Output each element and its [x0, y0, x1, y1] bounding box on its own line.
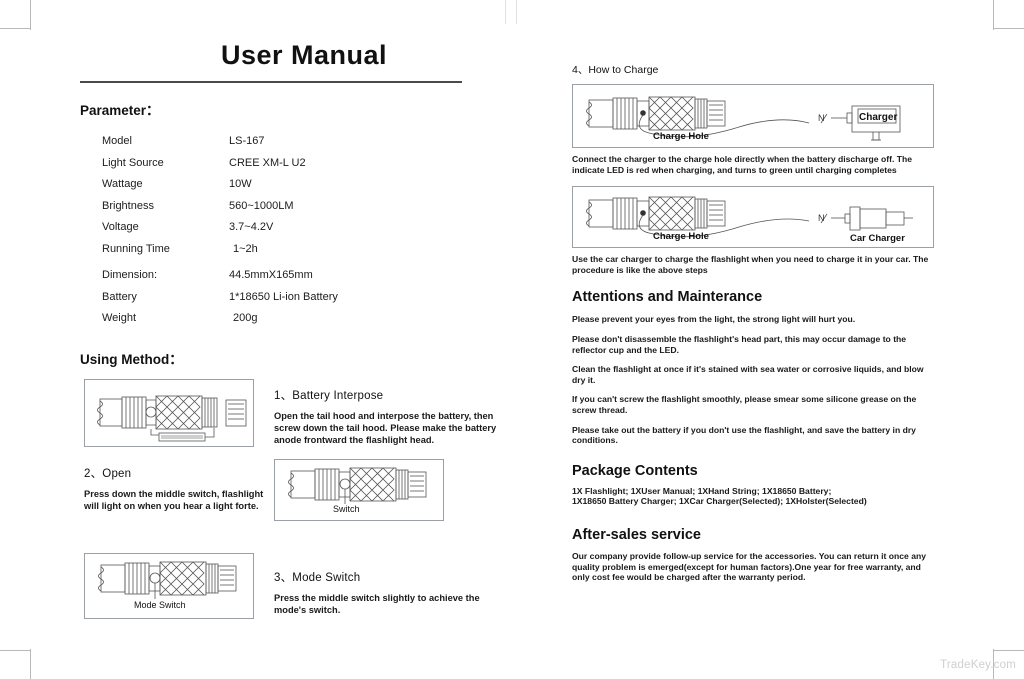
param-key: Running Time — [102, 242, 170, 255]
charging-car-note: Use the car charger to charge the flashl… — [572, 254, 929, 275]
param-value: 1*18650 Li-ion Battery — [229, 290, 338, 303]
attention-item: Please prevent your eyes from the light,… — [572, 314, 856, 325]
step-1-row: 1、Battery Interpose Open the tail hood a… — [80, 378, 500, 447]
attention-item: If you can't screw the flashlight smooth… — [572, 394, 917, 415]
table-row: Model LS-167 — [102, 131, 500, 153]
step-2-number: 2、Open — [84, 467, 132, 480]
car-charge-hole-label: Charge Hole — [653, 231, 709, 242]
attention-item: Please don't disassemble the flashlight'… — [572, 333, 907, 355]
param-value: 200g — [233, 312, 258, 324]
param-value: CREE XM-L U2 — [229, 156, 306, 169]
figure-wall-charger: Charger N Charge Hole — [572, 84, 934, 148]
param-value: LS-167 — [229, 135, 265, 147]
table-row: Wattage 10W — [102, 174, 500, 196]
param-value: 10W — [229, 178, 252, 190]
page-title: User Manual — [220, 40, 388, 70]
step-2-row: 2、Open Press down the middle switch, fla… — [80, 458, 500, 527]
step-3-number: 3、Mode Switch — [274, 571, 361, 584]
after-sales-heading: After-sales service — [572, 526, 701, 543]
watermark: TradeKey.com — [940, 659, 1016, 671]
table-row: Voltage 3.7~4.2V — [102, 217, 500, 239]
right-column: 4、How to Charge Charger N Charge Hole Co… — [572, 62, 934, 583]
charging-wall-note: Connect the charger to the charge hole d… — [572, 154, 912, 175]
parameter-heading: Parameter： — [80, 103, 160, 118]
left-column: User Manual Parameter： Model LS-167 Ligh… — [80, 40, 500, 619]
step-2-text: 2、Open Press down the middle switch, fla… — [84, 465, 274, 512]
param-key: Weight — [102, 312, 137, 324]
step-2-body: Press down the middle switch, flashlight… — [84, 488, 264, 511]
step-3-body: Press the middle switch slightly to achi… — [274, 592, 480, 615]
package-contents-line-1: 1X Flashlight; 1XUser Manual; 1XHand Str… — [572, 485, 832, 496]
car-charger-plug-label: N — [818, 213, 825, 223]
param-key: Light Source — [102, 156, 164, 169]
manual-page: User Manual Parameter： Model LS-167 Ligh… — [0, 0, 1024, 679]
car-charger-device-label: Car Charger — [850, 233, 905, 244]
step-1-text: 1、Battery Interpose Open the tail hood a… — [274, 387, 500, 447]
figure-car-charger: Charge Hole Car Charger N — [572, 186, 934, 249]
car-charger-diagram: Charge Hole Car Charger N — [586, 196, 913, 244]
wall-charger-plug-label: N — [818, 113, 825, 123]
parameter-table: Model LS-167 Light Source CREE XM-L U2 W… — [80, 131, 500, 330]
step-3-text: 3、Mode Switch Press the middle switch sl… — [274, 569, 500, 616]
param-value: 1~2h — [233, 242, 258, 255]
wall-charge-hole-label: Charge Hole — [653, 131, 709, 142]
after-sales-body: Our company provide follow-up service fo… — [572, 550, 927, 583]
figure-battery-interpose — [84, 378, 254, 447]
title-divider — [80, 81, 462, 83]
table-row: Battery 1*18650 Li-ion Battery — [102, 287, 500, 309]
figure-mode-switch: Mode Switch — [84, 552, 254, 619]
wall-charger-diagram: Charger N Charge Hole — [586, 96, 901, 142]
figure-mode-switch-caption: Mode Switch — [134, 599, 186, 610]
param-value: 560~1000LM — [229, 199, 294, 212]
step-1-body: Open the tail hood and interpose the bat… — [274, 410, 497, 445]
table-row: Running Time 1~2h — [102, 239, 500, 261]
wall-charger-device-label: Charger — [859, 112, 897, 123]
attentions-heading: Attentions and Mainterance — [572, 289, 763, 306]
step-3-row: Mode Switch 3、Mode Switch Press the midd… — [80, 552, 500, 619]
figure-switch-caption: Switch — [333, 503, 360, 514]
step-4-number: 4、How to Charge — [572, 64, 659, 76]
table-row: Weight 200g — [102, 308, 500, 330]
package-contents-line-2: 1X18650 Battery Charger; 1XCar Charger(S… — [572, 496, 867, 507]
param-key: Brightness — [102, 199, 154, 212]
using-method-heading: Using Method： — [80, 351, 183, 367]
param-key: Dimension: — [102, 269, 158, 281]
param-key: Model — [102, 135, 132, 147]
param-key: Wattage — [102, 178, 143, 190]
param-key: Voltage — [102, 221, 139, 233]
flashlight-diagram-battery — [97, 395, 247, 441]
param-key: Battery — [102, 290, 137, 303]
step-1-number: 1、Battery Interpose — [274, 389, 384, 402]
param-value: 44.5mmX165mm — [229, 269, 313, 281]
table-row: Brightness 560~1000LM — [102, 196, 500, 218]
attention-item: Please take out the battery if you don't… — [572, 424, 916, 446]
package-contents-heading: Package Contents — [572, 462, 698, 479]
figure-switch: Switch — [274, 458, 444, 521]
table-row: Light Source CREE XM-L U2 — [102, 153, 500, 175]
table-row: Dimension: 44.5mmX165mm — [102, 265, 500, 287]
attention-item: Clean the flashlight at once if it's sta… — [572, 364, 924, 385]
param-value: 3.7~4.2V — [229, 221, 274, 233]
